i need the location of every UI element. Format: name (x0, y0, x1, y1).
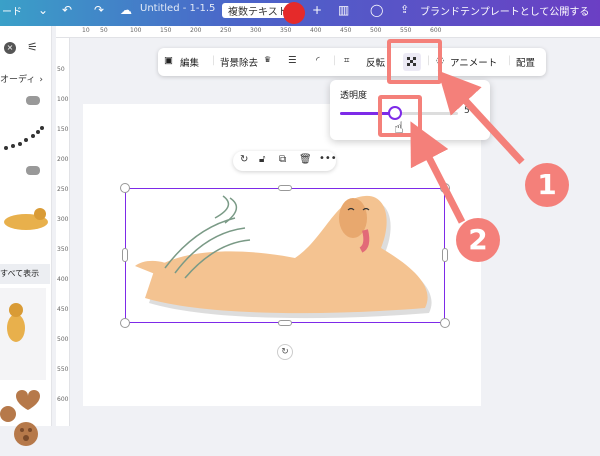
arrow-to-transparency-button (437, 70, 525, 165)
step-badge-2: 2 (456, 218, 500, 262)
arrow-to-slider (410, 121, 466, 224)
annotation-arrows (410, 70, 525, 224)
step-badge-1: 1 (525, 163, 569, 207)
